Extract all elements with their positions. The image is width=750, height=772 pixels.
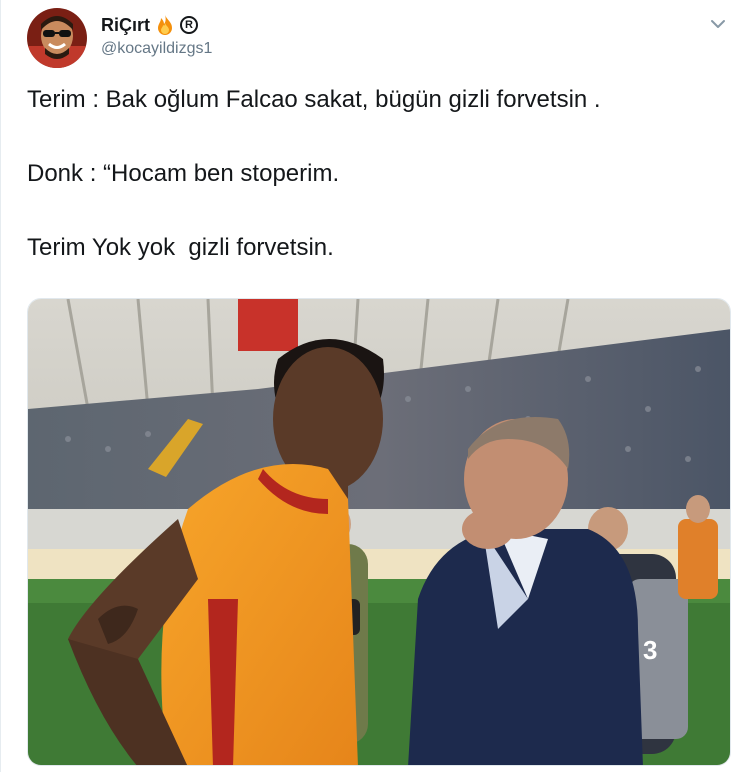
author-name-row[interactable]: RiÇırt R: [101, 14, 198, 36]
tweet-line: Terim Yok yok gizli forvetsin.: [27, 234, 334, 261]
tweet-line: Donk : “Hocam ben stoperim.: [27, 160, 340, 187]
registered-icon: R: [180, 16, 198, 34]
football-photo: 3: [28, 299, 730, 765]
chevron-down-icon[interactable]: [708, 14, 728, 34]
fire-emoji-icon: [154, 14, 176, 36]
tweet-line: Terim : Bak oğlum Falcao sakat, bügün gi…: [27, 86, 601, 113]
avatar[interactable]: [27, 8, 87, 68]
tweet-text: Terim : Bak oğlum Falcao sakat, bügün gi…: [27, 84, 727, 264]
tweet-media[interactable]: 3: [27, 298, 731, 766]
avatar-photo: [27, 8, 87, 68]
user-handle[interactable]: @kocayildizgs1: [101, 40, 212, 58]
display-name[interactable]: RiÇırt: [101, 15, 150, 36]
bib-number: 3: [643, 635, 657, 665]
tweet-card[interactable]: RiÇırt R @kocayildizgs1 Terim : Bak oğlu…: [0, 0, 750, 772]
